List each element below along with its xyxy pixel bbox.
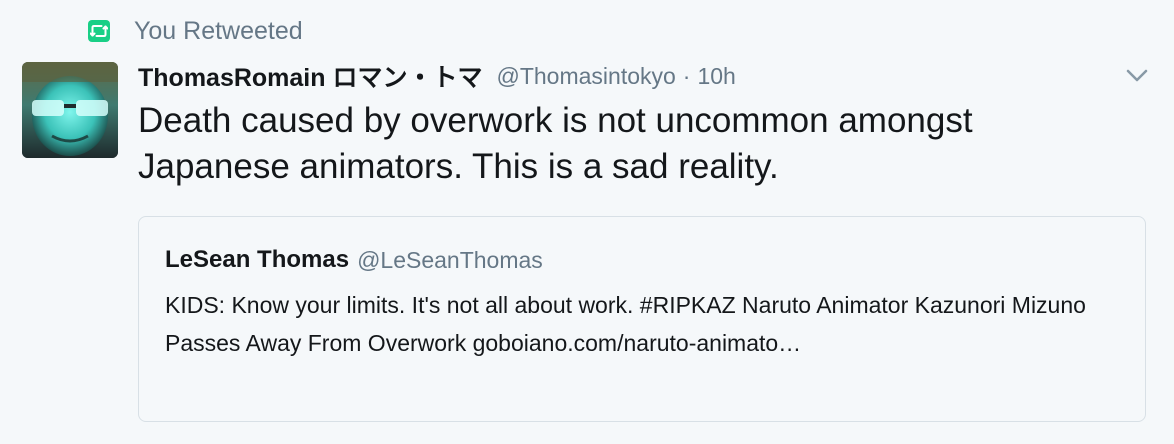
quoted-tweet-card[interactable]: LeSean Thomas @LeSeanThomas KIDS: Know y… <box>138 216 1146 422</box>
tweet-header: ThomasRomain ロマン・トマ @Thomasintokyo · 10h <box>138 58 736 94</box>
avatar[interactable] <box>22 62 118 158</box>
separator-dot: · <box>682 62 691 89</box>
chevron-down-icon[interactable] <box>1124 62 1150 88</box>
author-display-name[interactable]: ThomasRomain ロマン・トマ <box>138 58 482 94</box>
retweet-icon <box>88 20 110 42</box>
tweet-timestamp[interactable]: 10h <box>697 63 735 90</box>
quoted-author-display-name: LeSean Thomas <box>165 246 350 273</box>
quoted-author-handle: @LeSeanThomas <box>357 246 543 273</box>
tweet-text: Death caused by overwork is not uncommon… <box>138 101 973 186</box>
retweet-context: You Retweeted <box>88 14 303 48</box>
quoted-tweet-text: KIDS: Know your limits. It's not all abo… <box>165 292 1086 356</box>
quoted-tweet-header: LeSean Thomas @LeSeanThomas <box>165 246 543 274</box>
retweet-context-label: You Retweeted <box>134 17 303 45</box>
author-handle[interactable]: @Thomasintokyo <box>496 63 675 90</box>
